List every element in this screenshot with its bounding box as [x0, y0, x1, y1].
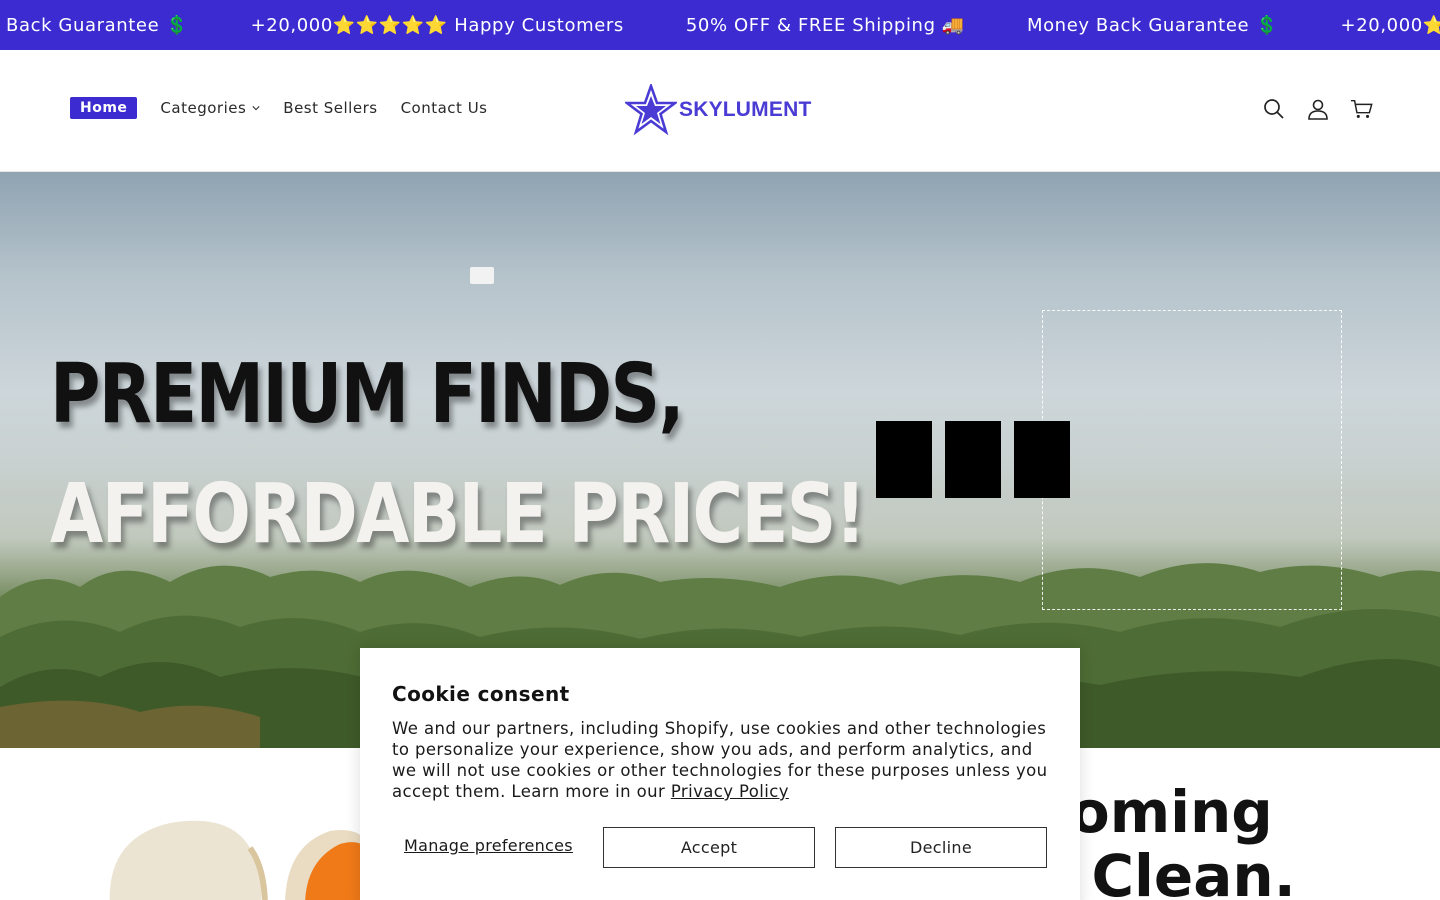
account-icon[interactable]	[1306, 97, 1330, 121]
announcement-item: 50% OFF & FREE Shipping 🚚	[685, 14, 965, 36]
countdown-block	[1014, 421, 1070, 498]
chevron-down-icon	[252, 106, 260, 111]
hero-image-placeholder	[1042, 310, 1342, 610]
main-nav: Home Categories Best Sellers Contact Us	[70, 97, 510, 119]
dollar-icon: 💲	[1255, 14, 1279, 36]
announcement-bar: Back Guarantee 💲 +20,000⭐⭐⭐⭐⭐ Happy Cust…	[0, 0, 1440, 50]
privacy-policy-link[interactable]: Privacy Policy	[671, 782, 789, 801]
product-image-brush-beige	[109, 820, 268, 900]
star-logo-icon	[625, 84, 677, 136]
hero-headline-line2: AFFORDABLE PRICES!	[50, 467, 866, 562]
decline-button[interactable]: Decline	[835, 827, 1047, 868]
site-header: Home Categories Best Sellers Contact Us …	[0, 50, 1440, 172]
cookie-consent-dialog: Cookie consent We and our partners, incl…	[360, 648, 1080, 900]
announcement-item: +20,000⭐⭐⭐⭐⭐ Happy Customers	[250, 14, 624, 36]
announcement-item: Back Guarantee 💲	[6, 14, 189, 36]
brand-name: SKYLUMENT	[679, 98, 812, 121]
cookie-title: Cookie consent	[392, 682, 570, 706]
truck-icon: 🚚	[941, 14, 965, 36]
accept-button[interactable]: Accept	[603, 827, 815, 868]
site-logo[interactable]: SKYLUMENT	[625, 84, 811, 136]
announcement-item: Money Back Guarantee 💲	[1026, 14, 1279, 36]
nav-item-home[interactable]: Home	[70, 97, 138, 119]
hero-headline-line1: PREMIUM FINDS,	[50, 347, 685, 442]
cookie-body: We and our partners, including Shopify, …	[392, 719, 1048, 801]
countdown-block	[945, 421, 1001, 498]
cart-icon[interactable]	[1350, 97, 1374, 121]
slide-indicator[interactable]	[470, 267, 494, 284]
search-icon[interactable]	[1262, 97, 1286, 121]
announcement-track: Back Guarantee 💲 +20,000⭐⭐⭐⭐⭐ Happy Cust…	[6, 0, 1440, 50]
nav-item-contact-us[interactable]: Contact Us	[401, 99, 488, 117]
header-icons	[1242, 97, 1374, 121]
nav-item-label: Categories	[160, 99, 247, 117]
manage-preferences-link[interactable]: Manage preferences	[404, 836, 573, 855]
product-image-brush-orange	[285, 830, 370, 900]
nav-item-categories[interactable]: Categories	[160, 99, 260, 117]
countdown-block	[876, 421, 932, 498]
nav-item-best-sellers[interactable]: Best Sellers	[283, 99, 377, 117]
dollar-icon: 💲	[165, 14, 189, 36]
announcement-item: +20,000⭐⭐⭐	[1340, 14, 1440, 36]
